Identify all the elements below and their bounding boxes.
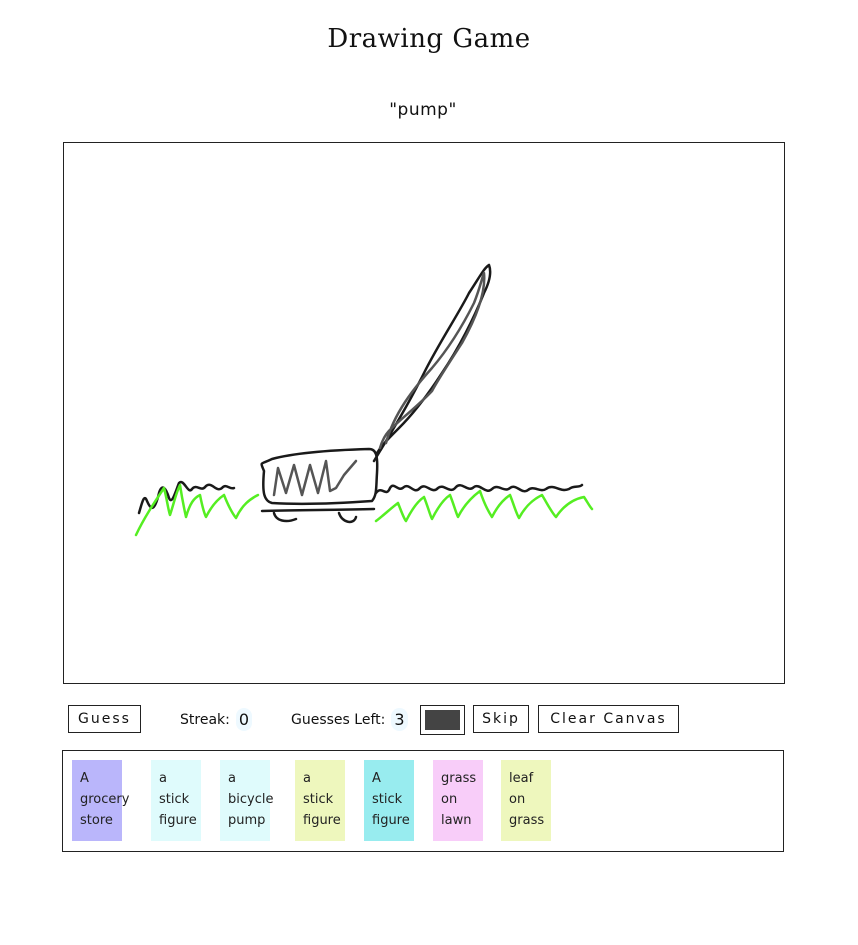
guess-card[interactable]: a stick figure	[151, 760, 201, 841]
sketch-drawing	[134, 263, 594, 537]
clear-canvas-button[interactable]: Clear Canvas	[538, 705, 679, 733]
guesses-left-label: Guesses Left:	[291, 711, 386, 728]
green-grass-right	[374, 489, 594, 523]
mower-handle-gray	[378, 271, 486, 450]
guesses-left-value: 3	[391, 708, 408, 731]
guess-button[interactable]: Guess	[68, 705, 141, 733]
mower-wheels	[272, 511, 358, 524]
drawing-canvas[interactable]	[63, 142, 785, 684]
guess-card[interactable]: A grocery store	[72, 760, 129, 841]
guess-card[interactable]: leaf on grass	[501, 760, 551, 841]
streak-label: Streak:	[180, 711, 230, 728]
guess-card[interactable]: a bicycle pump	[220, 760, 273, 841]
guess-card[interactable]: a stick figure	[295, 760, 345, 841]
mower-base	[260, 507, 376, 513]
mower-body	[260, 447, 379, 506]
drawing-prompt: "pump"	[389, 100, 457, 120]
streak-display: Streak: 0	[180, 708, 253, 731]
color-swatch	[425, 710, 460, 730]
color-picker-button[interactable]	[420, 705, 465, 735]
mower-handle-black	[372, 263, 492, 463]
page-title: Drawing Game	[327, 24, 531, 54]
guess-card[interactable]: A stick figure	[364, 760, 414, 841]
guesses-left-display: Guesses Left: 3	[291, 708, 408, 731]
streak-value: 0	[235, 708, 253, 731]
guess-card[interactable]: grass on lawn	[433, 760, 483, 841]
mower-zigzag	[272, 459, 358, 497]
green-grass-left	[134, 483, 260, 537]
guess-history-panel: A grocery store a stick figure a bicycle…	[62, 750, 784, 852]
skip-button[interactable]: Skip	[473, 705, 529, 733]
